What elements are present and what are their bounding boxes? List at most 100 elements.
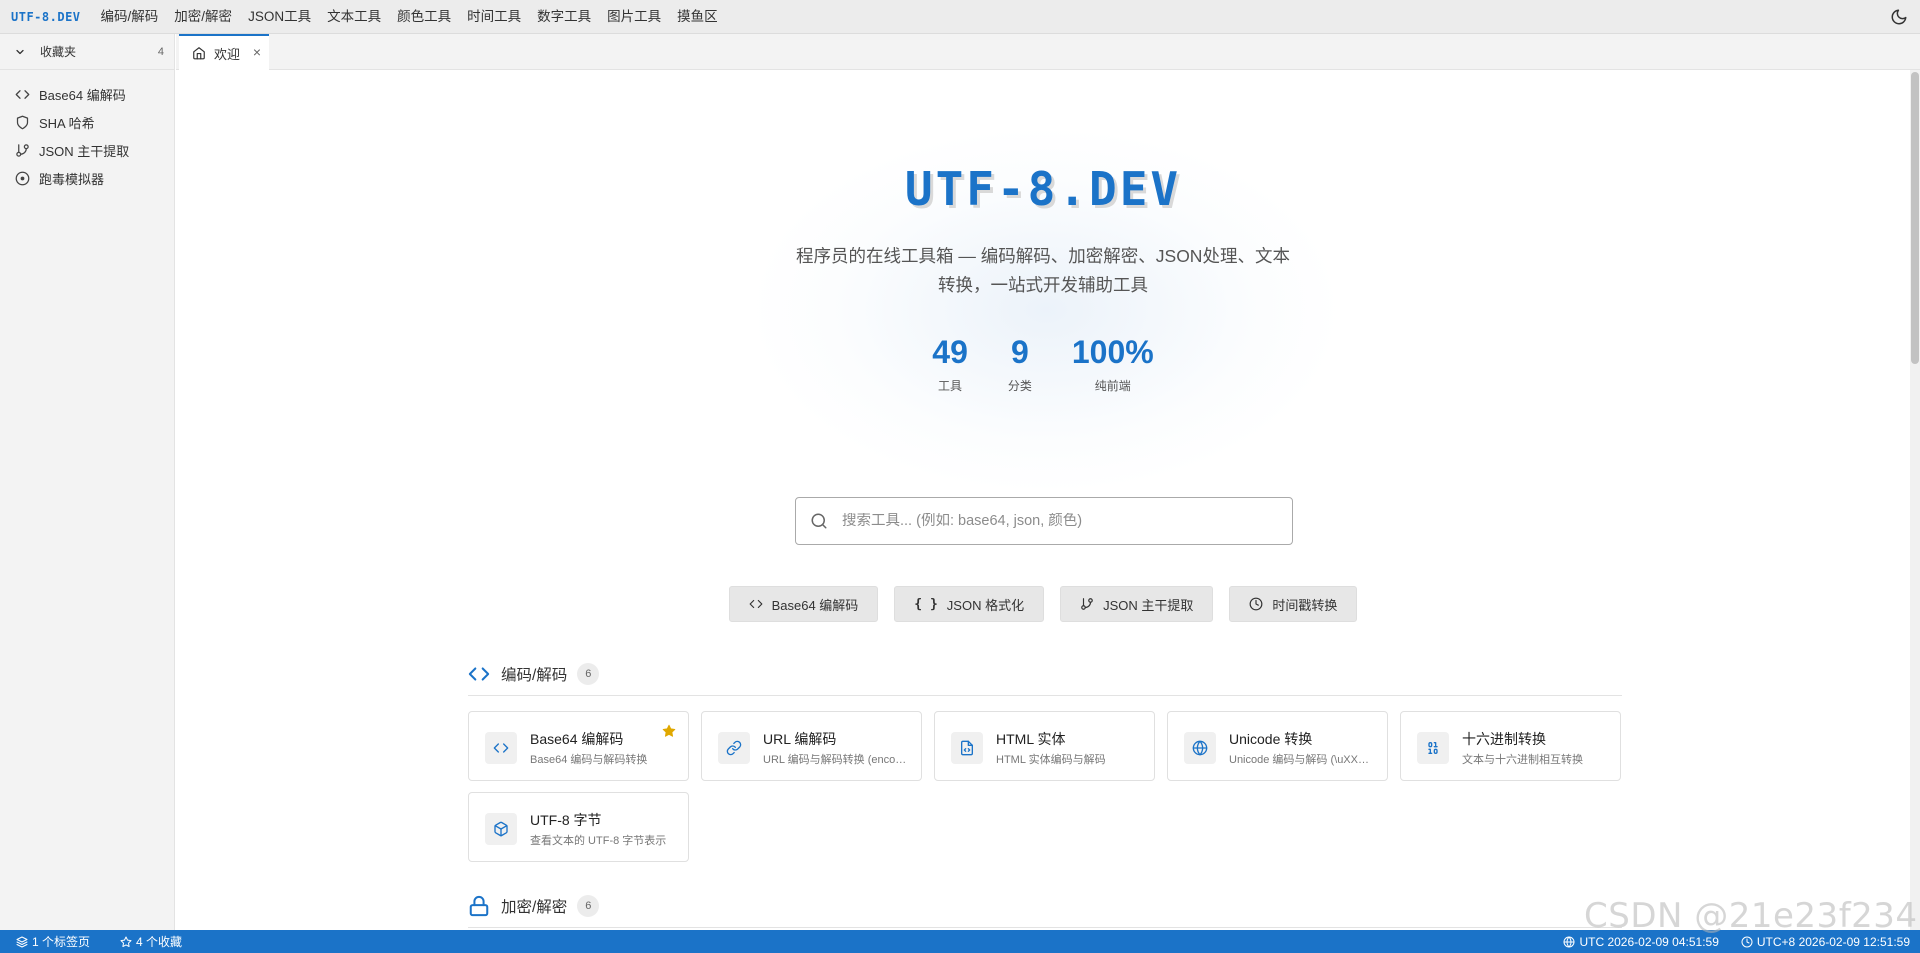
menu-number-tools[interactable]: 数字工具 bbox=[529, 0, 599, 34]
stat-tools: 49 工具 bbox=[932, 335, 968, 394]
tool-icon-box bbox=[485, 732, 517, 764]
sidebar-item-json-trunk[interactable]: JSON 主干提取 bbox=[0, 136, 174, 164]
braces-icon: { } bbox=[914, 596, 938, 612]
menu-color-tools[interactable]: 颜色工具 bbox=[389, 0, 459, 34]
shield-icon bbox=[16, 115, 29, 129]
tool-name: Unicode 转换 bbox=[1229, 731, 1313, 747]
section-title: 加密/解密 bbox=[501, 899, 568, 916]
menu-text-tools[interactable]: 文本工具 bbox=[319, 0, 389, 34]
code-icon bbox=[15, 89, 30, 99]
hero-subtitle: 程序员的在线工具箱 — 编码解码、加密解密、JSON处理、文本转换，一站式开发辅… bbox=[796, 246, 1290, 295]
tool-icon-box bbox=[951, 732, 983, 764]
status-right: UTC 2026-02-09 04:51:59 UTC+8 2026-02-09… bbox=[1541, 935, 1920, 949]
git-branch-icon bbox=[16, 143, 29, 157]
status-tabs-label: 1 个标签页 bbox=[32, 935, 91, 949]
tool-name: URL 编解码 bbox=[763, 731, 837, 747]
binary-icon bbox=[1428, 742, 1438, 754]
status-favorites-label: 4 个收藏 bbox=[136, 935, 183, 949]
sidebar-item-sha[interactable]: SHA 哈希 bbox=[0, 108, 174, 136]
stat-frontend: 100% 纯前端 bbox=[1072, 335, 1154, 394]
search-input[interactable] bbox=[842, 513, 1262, 529]
tool-icon-box bbox=[1417, 732, 1449, 764]
lock-icon bbox=[469, 895, 489, 917]
section-divider bbox=[468, 695, 1622, 696]
stat-value: 9 bbox=[1010, 334, 1029, 370]
target-icon bbox=[15, 171, 30, 185]
box-icon bbox=[494, 821, 508, 837]
moon-icon[interactable] bbox=[1890, 8, 1908, 26]
tool-desc: Unicode 编码与解码 (\uXXXX) bbox=[1229, 754, 1374, 766]
tool-card-utf8-bytes[interactable]: UTF-8 字节 查看文本的 UTF-8 字节表示 bbox=[468, 792, 689, 862]
quick-label: JSON 格式化 bbox=[946, 597, 1025, 613]
brand-logo[interactable]: UTF-8.DEV bbox=[0, 10, 93, 24]
tab-welcome[interactable]: 欢迎 × bbox=[179, 34, 269, 70]
tool-card-hex[interactable]: 十六进制转换 文本与十六进制相互转换 bbox=[1400, 711, 1621, 781]
section-count-badge: 6 bbox=[577, 895, 600, 917]
status-utc-label: UTC 2026-02-09 04:51:59 bbox=[1579, 934, 1719, 949]
tool-card-base64[interactable]: Base64 编解码 Base64 编码与解码转换 bbox=[468, 711, 689, 781]
stat-label: 纯前端 bbox=[1094, 379, 1131, 393]
menu-image-tools[interactable]: 图片工具 bbox=[599, 0, 669, 34]
stat-categories: 9 分类 bbox=[1008, 335, 1032, 394]
search-icon bbox=[811, 513, 827, 529]
clock-icon bbox=[1741, 936, 1753, 947]
quick-timestamp-button[interactable]: 时间戳转换 bbox=[1229, 586, 1358, 622]
tool-desc: 查看文本的 UTF-8 字节表示 bbox=[530, 835, 667, 847]
main-content: UTF-8.DEV 程序员的在线工具箱 — 编码解码、加密解密、JSON处理、文… bbox=[176, 70, 1920, 930]
favorites-header[interactable]: 收藏夹 4 bbox=[0, 34, 174, 70]
favorites-count: 4 bbox=[157, 45, 164, 58]
section-divider bbox=[468, 927, 1622, 928]
code-icon bbox=[468, 667, 490, 681]
tool-name: Base64 编解码 bbox=[530, 731, 624, 747]
link-icon bbox=[726, 740, 742, 756]
menu-json-tools[interactable]: JSON工具 bbox=[240, 0, 319, 34]
stats-row: 49 工具 9 分类 100% 纯前端 bbox=[176, 335, 1910, 394]
status-local-time: UTC+8 2026-02-09 12:51:59 bbox=[1741, 935, 1910, 949]
menu-bar: UTF-8.DEV 编码/解码 加密/解密 JSON工具 文本工具 颜色工具 时… bbox=[0, 0, 1920, 34]
sidebar-item-label: 跑毒模拟器 bbox=[39, 171, 105, 187]
section-count-badge: 6 bbox=[577, 663, 600, 685]
menu-time-tools[interactable]: 时间工具 bbox=[459, 0, 529, 34]
tool-desc: URL 编码与解码转换 (encodeURIComponent) bbox=[763, 754, 908, 766]
sidebar-item-label: JSON 主干提取 bbox=[39, 143, 130, 159]
tool-card-unicode[interactable]: Unicode 转换 Unicode 编码与解码 (\uXXXX) bbox=[1167, 711, 1388, 781]
close-icon[interactable]: × bbox=[253, 44, 261, 60]
stat-value: 49 bbox=[932, 334, 968, 370]
quick-json-trunk-button[interactable]: JSON 主干提取 bbox=[1060, 586, 1214, 622]
quick-base64-button[interactable]: Base64 编解码 bbox=[728, 586, 879, 622]
star-icon[interactable] bbox=[662, 724, 676, 738]
quick-label: JSON 主干提取 bbox=[1103, 597, 1194, 613]
scrollbar-thumb[interactable] bbox=[1911, 72, 1919, 364]
tool-name: UTF-8 字节 bbox=[530, 812, 602, 828]
sidebar-item-label: Base64 编解码 bbox=[39, 87, 126, 103]
favorites-title: 收藏夹 bbox=[40, 45, 77, 59]
sidebar: 收藏夹 4 Base64 编解码 SHA 哈希 JSON 主干提取 跑毒模拟器 bbox=[0, 34, 175, 930]
tool-card-html-entity[interactable]: HTML 实体 HTML 实体编码与解码 bbox=[934, 711, 1155, 781]
home-icon bbox=[193, 47, 205, 60]
code-icon bbox=[493, 743, 509, 753]
tool-name: 十六进制转换 bbox=[1462, 731, 1546, 747]
code-icon bbox=[749, 599, 763, 609]
quick-label: Base64 编解码 bbox=[771, 597, 859, 613]
menu-fun-zone[interactable]: 摸鱼区 bbox=[669, 0, 726, 34]
star-outline-icon bbox=[120, 936, 132, 947]
menu-encode-decode[interactable]: 编码/解码 bbox=[93, 0, 167, 34]
clock-icon bbox=[1249, 597, 1263, 611]
search-box[interactable] bbox=[795, 497, 1293, 545]
layers-icon bbox=[16, 936, 28, 947]
status-bar: 1 个标签页 4 个收藏 UTC 2026-02-09 04:51:59 UTC… bbox=[0, 930, 1920, 953]
tool-card-url[interactable]: URL 编解码 URL 编码与解码转换 (encodeURIComponent) bbox=[701, 711, 922, 781]
scrollbar-track[interactable] bbox=[1910, 70, 1920, 930]
globe-icon bbox=[1563, 936, 1575, 947]
status-tabs[interactable]: 1 个标签页 bbox=[16, 933, 90, 950]
sidebar-item-poison-sim[interactable]: 跑毒模拟器 bbox=[0, 164, 174, 192]
sidebar-item-base64[interactable]: Base64 编解码 bbox=[0, 80, 174, 108]
stat-label: 工具 bbox=[938, 379, 963, 393]
tool-desc: Base64 编码与解码转换 bbox=[530, 754, 648, 766]
tool-desc: 文本与十六进制相互转换 bbox=[1462, 754, 1583, 766]
menu-encrypt-decrypt[interactable]: 加密/解密 bbox=[166, 0, 240, 34]
hero-title: UTF-8.DEV bbox=[904, 162, 1182, 216]
file-code-icon bbox=[961, 740, 973, 756]
status-favorites[interactable]: 4 个收藏 bbox=[120, 933, 182, 950]
quick-json-format-button[interactable]: { } JSON 格式化 bbox=[894, 586, 1045, 622]
